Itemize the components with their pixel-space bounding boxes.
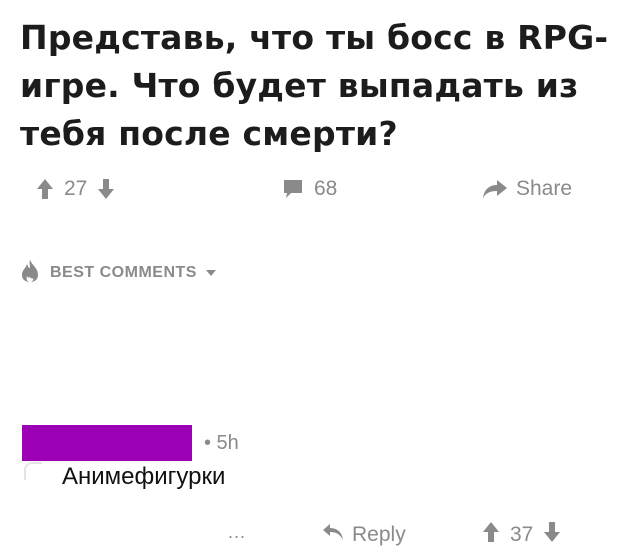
- arrow-down-icon[interactable]: [97, 178, 115, 200]
- comment-thread-line: [24, 462, 42, 480]
- post-share-button[interactable]: Share: [482, 172, 572, 206]
- post-comment-count: 68: [314, 177, 338, 200]
- comment-age: • 5h: [204, 432, 239, 454]
- comment-vote-bar: 37: [482, 520, 561, 550]
- arrow-down-icon[interactable]: [543, 521, 561, 549]
- more-options-button[interactable]: ...: [228, 522, 246, 543]
- caret-down-icon: [205, 264, 217, 282]
- sort-label: BEST COMMENTS: [50, 264, 197, 281]
- arrow-up-icon[interactable]: [482, 521, 500, 549]
- post-comments-button[interactable]: 68: [282, 172, 337, 206]
- redacted-username: [22, 425, 192, 461]
- share-arrow-icon: [482, 179, 508, 199]
- comment-vote-count: 37: [510, 523, 534, 546]
- reply-button[interactable]: Reply: [322, 520, 406, 550]
- reply-arrow-icon: [322, 523, 344, 547]
- comments-sort-dropdown[interactable]: BEST COMMENTS: [20, 258, 217, 288]
- post-vote-bar: 27: [36, 172, 115, 206]
- speech-bubble-icon: [282, 178, 304, 200]
- post-title: Представь, что ты босс в RPG-игре. Что б…: [20, 18, 609, 153]
- post-vote-count: 27: [64, 177, 88, 200]
- flame-icon: [20, 259, 40, 288]
- comment-text: Анимефигурки: [62, 463, 226, 490]
- reply-label: Reply: [352, 523, 406, 546]
- share-label: Share: [516, 177, 573, 200]
- arrow-up-icon[interactable]: [36, 178, 54, 200]
